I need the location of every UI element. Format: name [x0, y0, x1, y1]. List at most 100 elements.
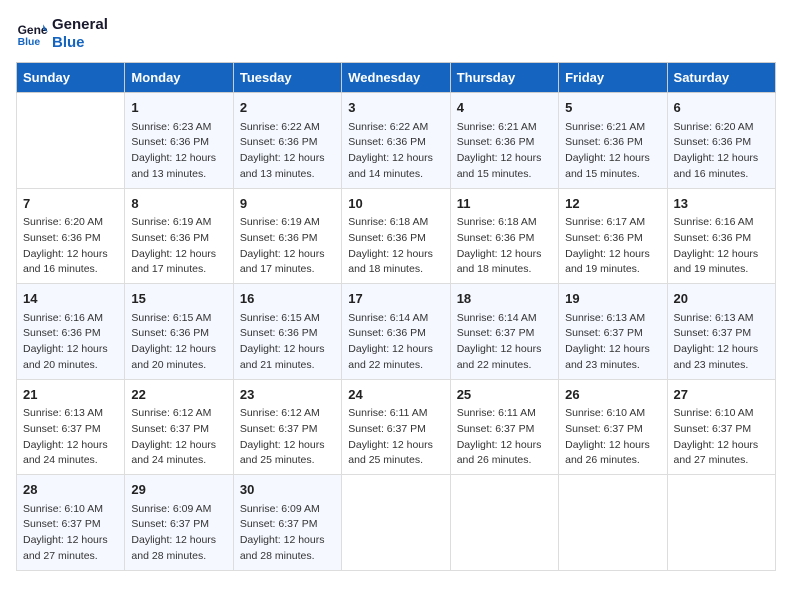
day-info: Sunrise: 6:11 AMSunset: 6:37 PMDaylight:… — [348, 406, 443, 469]
calendar-cell: 3Sunrise: 6:22 AMSunset: 6:36 PMDaylight… — [342, 93, 450, 189]
day-header-wednesday: Wednesday — [342, 63, 450, 93]
day-info: Sunrise: 6:17 AMSunset: 6:36 PMDaylight:… — [565, 215, 660, 278]
day-info: Sunrise: 6:16 AMSunset: 6:36 PMDaylight:… — [674, 215, 769, 278]
calendar-body: 1Sunrise: 6:23 AMSunset: 6:36 PMDaylight… — [17, 93, 776, 571]
day-number: 27 — [674, 385, 769, 405]
calendar-cell: 19Sunrise: 6:13 AMSunset: 6:37 PMDayligh… — [559, 284, 667, 380]
calendar-week-3: 14Sunrise: 6:16 AMSunset: 6:36 PMDayligh… — [17, 284, 776, 380]
calendar-cell: 4Sunrise: 6:21 AMSunset: 6:36 PMDaylight… — [450, 93, 558, 189]
day-header-sunday: Sunday — [17, 63, 125, 93]
day-number: 13 — [674, 194, 769, 214]
day-info: Sunrise: 6:09 AMSunset: 6:37 PMDaylight:… — [240, 502, 335, 565]
day-number: 22 — [131, 385, 226, 405]
day-info: Sunrise: 6:15 AMSunset: 6:36 PMDaylight:… — [240, 311, 335, 374]
calendar-cell: 8Sunrise: 6:19 AMSunset: 6:36 PMDaylight… — [125, 188, 233, 284]
day-number: 16 — [240, 289, 335, 309]
calendar-cell: 28Sunrise: 6:10 AMSunset: 6:37 PMDayligh… — [17, 475, 125, 571]
day-info: Sunrise: 6:19 AMSunset: 6:36 PMDaylight:… — [131, 215, 226, 278]
calendar-cell: 7Sunrise: 6:20 AMSunset: 6:36 PMDaylight… — [17, 188, 125, 284]
day-info: Sunrise: 6:22 AMSunset: 6:36 PMDaylight:… — [348, 120, 443, 183]
day-number: 17 — [348, 289, 443, 309]
day-info: Sunrise: 6:12 AMSunset: 6:37 PMDaylight:… — [131, 406, 226, 469]
day-info: Sunrise: 6:11 AMSunset: 6:37 PMDaylight:… — [457, 406, 552, 469]
calendar-cell: 2Sunrise: 6:22 AMSunset: 6:36 PMDaylight… — [233, 93, 341, 189]
calendar-cell: 18Sunrise: 6:14 AMSunset: 6:37 PMDayligh… — [450, 284, 558, 380]
day-header-monday: Monday — [125, 63, 233, 93]
day-info: Sunrise: 6:18 AMSunset: 6:36 PMDaylight:… — [348, 215, 443, 278]
day-info: Sunrise: 6:10 AMSunset: 6:37 PMDaylight:… — [23, 502, 118, 565]
calendar-cell: 16Sunrise: 6:15 AMSunset: 6:36 PMDayligh… — [233, 284, 341, 380]
day-header-friday: Friday — [559, 63, 667, 93]
calendar-cell: 23Sunrise: 6:12 AMSunset: 6:37 PMDayligh… — [233, 379, 341, 475]
day-number: 2 — [240, 98, 335, 118]
day-number: 9 — [240, 194, 335, 214]
calendar-cell: 24Sunrise: 6:11 AMSunset: 6:37 PMDayligh… — [342, 379, 450, 475]
calendar-week-2: 7Sunrise: 6:20 AMSunset: 6:36 PMDaylight… — [17, 188, 776, 284]
day-number: 6 — [674, 98, 769, 118]
calendar-cell — [17, 93, 125, 189]
calendar-cell: 17Sunrise: 6:14 AMSunset: 6:36 PMDayligh… — [342, 284, 450, 380]
day-number: 29 — [131, 480, 226, 500]
calendar-cell — [450, 475, 558, 571]
day-number: 10 — [348, 194, 443, 214]
day-number: 7 — [23, 194, 118, 214]
day-info: Sunrise: 6:09 AMSunset: 6:37 PMDaylight:… — [131, 502, 226, 565]
day-number: 14 — [23, 289, 118, 309]
day-number: 15 — [131, 289, 226, 309]
calendar-cell: 14Sunrise: 6:16 AMSunset: 6:36 PMDayligh… — [17, 284, 125, 380]
day-number: 24 — [348, 385, 443, 405]
calendar-cell: 13Sunrise: 6:16 AMSunset: 6:36 PMDayligh… — [667, 188, 775, 284]
day-number: 12 — [565, 194, 660, 214]
calendar-cell: 1Sunrise: 6:23 AMSunset: 6:36 PMDaylight… — [125, 93, 233, 189]
day-header-tuesday: Tuesday — [233, 63, 341, 93]
day-info: Sunrise: 6:12 AMSunset: 6:37 PMDaylight:… — [240, 406, 335, 469]
day-info: Sunrise: 6:22 AMSunset: 6:36 PMDaylight:… — [240, 120, 335, 183]
day-number: 1 — [131, 98, 226, 118]
day-info: Sunrise: 6:10 AMSunset: 6:37 PMDaylight:… — [565, 406, 660, 469]
calendar-cell: 20Sunrise: 6:13 AMSunset: 6:37 PMDayligh… — [667, 284, 775, 380]
calendar-week-1: 1Sunrise: 6:23 AMSunset: 6:36 PMDaylight… — [17, 93, 776, 189]
day-info: Sunrise: 6:10 AMSunset: 6:37 PMDaylight:… — [674, 406, 769, 469]
day-number: 3 — [348, 98, 443, 118]
calendar-cell: 26Sunrise: 6:10 AMSunset: 6:37 PMDayligh… — [559, 379, 667, 475]
calendar-cell: 21Sunrise: 6:13 AMSunset: 6:37 PMDayligh… — [17, 379, 125, 475]
day-info: Sunrise: 6:20 AMSunset: 6:36 PMDaylight:… — [23, 215, 118, 278]
svg-text:Blue: Blue — [18, 37, 41, 48]
calendar-cell: 30Sunrise: 6:09 AMSunset: 6:37 PMDayligh… — [233, 475, 341, 571]
day-info: Sunrise: 6:21 AMSunset: 6:36 PMDaylight:… — [457, 120, 552, 183]
day-info: Sunrise: 6:13 AMSunset: 6:37 PMDaylight:… — [674, 311, 769, 374]
day-number: 18 — [457, 289, 552, 309]
day-number: 4 — [457, 98, 552, 118]
day-number: 19 — [565, 289, 660, 309]
day-header-saturday: Saturday — [667, 63, 775, 93]
logo-general: General — [52, 16, 108, 34]
calendar-week-4: 21Sunrise: 6:13 AMSunset: 6:37 PMDayligh… — [17, 379, 776, 475]
calendar-cell: 12Sunrise: 6:17 AMSunset: 6:36 PMDayligh… — [559, 188, 667, 284]
day-info: Sunrise: 6:15 AMSunset: 6:36 PMDaylight:… — [131, 311, 226, 374]
logo-icon: General Blue — [16, 18, 48, 50]
calendar-cell: 6Sunrise: 6:20 AMSunset: 6:36 PMDaylight… — [667, 93, 775, 189]
calendar-week-5: 28Sunrise: 6:10 AMSunset: 6:37 PMDayligh… — [17, 475, 776, 571]
day-number: 20 — [674, 289, 769, 309]
calendar-cell: 10Sunrise: 6:18 AMSunset: 6:36 PMDayligh… — [342, 188, 450, 284]
day-number: 8 — [131, 194, 226, 214]
day-info: Sunrise: 6:16 AMSunset: 6:36 PMDaylight:… — [23, 311, 118, 374]
day-info: Sunrise: 6:21 AMSunset: 6:36 PMDaylight:… — [565, 120, 660, 183]
calendar-cell — [559, 475, 667, 571]
calendar-cell: 15Sunrise: 6:15 AMSunset: 6:36 PMDayligh… — [125, 284, 233, 380]
page-header: General Blue General Blue — [16, 16, 776, 52]
day-info: Sunrise: 6:13 AMSunset: 6:37 PMDaylight:… — [565, 311, 660, 374]
day-number: 5 — [565, 98, 660, 118]
day-number: 28 — [23, 480, 118, 500]
calendar-cell: 25Sunrise: 6:11 AMSunset: 6:37 PMDayligh… — [450, 379, 558, 475]
calendar-cell: 29Sunrise: 6:09 AMSunset: 6:37 PMDayligh… — [125, 475, 233, 571]
day-info: Sunrise: 6:23 AMSunset: 6:36 PMDaylight:… — [131, 120, 226, 183]
logo: General Blue General Blue — [16, 16, 108, 52]
day-info: Sunrise: 6:19 AMSunset: 6:36 PMDaylight:… — [240, 215, 335, 278]
calendar-cell: 22Sunrise: 6:12 AMSunset: 6:37 PMDayligh… — [125, 379, 233, 475]
calendar-cell: 5Sunrise: 6:21 AMSunset: 6:36 PMDaylight… — [559, 93, 667, 189]
day-header-thursday: Thursday — [450, 63, 558, 93]
day-info: Sunrise: 6:18 AMSunset: 6:36 PMDaylight:… — [457, 215, 552, 278]
day-number: 30 — [240, 480, 335, 500]
day-number: 25 — [457, 385, 552, 405]
